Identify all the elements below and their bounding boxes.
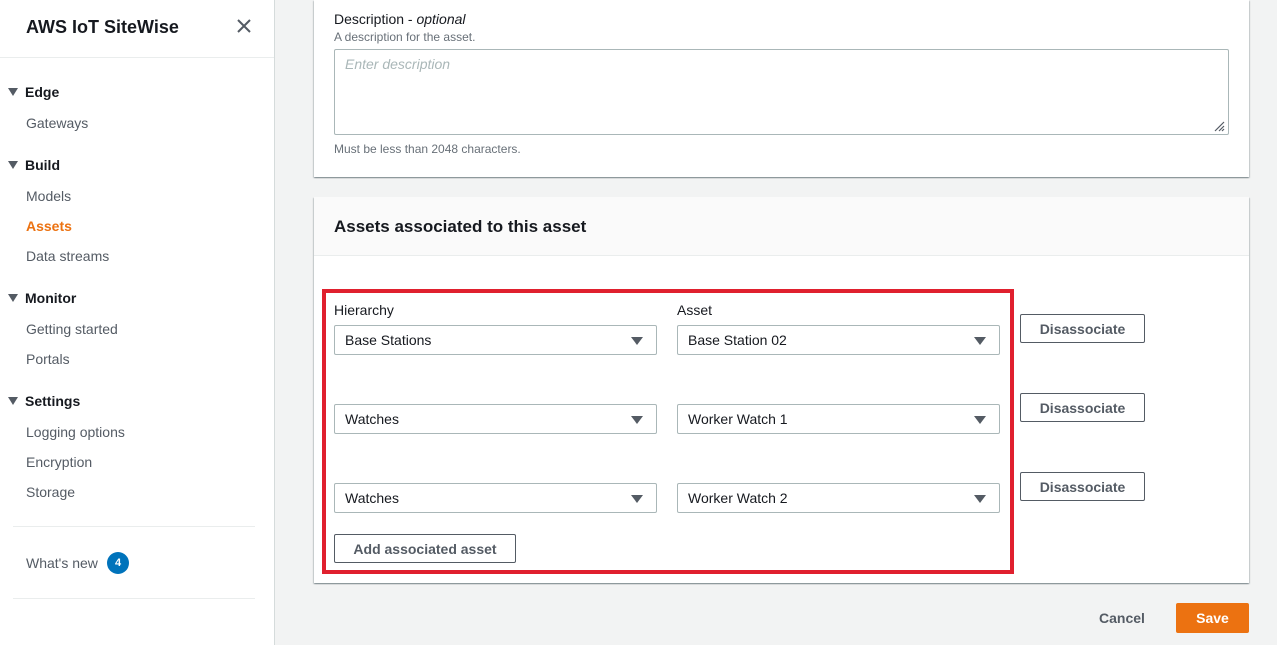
notification-badge: 4 xyxy=(107,552,129,574)
close-icon[interactable] xyxy=(235,17,253,35)
sidebar-divider xyxy=(13,598,255,599)
caret-down-icon xyxy=(974,495,986,503)
save-button[interactable]: Save xyxy=(1176,603,1249,633)
sidebar-title: AWS IoT SiteWise xyxy=(26,17,179,37)
sidebar-divider xyxy=(13,526,255,527)
sidebar-item-encryption[interactable]: Encryption xyxy=(26,454,92,470)
caret-down-icon xyxy=(8,294,18,302)
asset-select[interactable]: Base Station 02 xyxy=(677,325,1000,355)
description-label: Description - optional xyxy=(334,11,466,27)
caret-down-icon xyxy=(974,416,986,424)
sidebar-item-getting-started[interactable]: Getting started xyxy=(26,321,118,337)
sidebar-item-models[interactable]: Models xyxy=(26,188,71,204)
sidebar-item-storage[interactable]: Storage xyxy=(26,484,75,500)
caret-down-icon xyxy=(8,397,18,405)
hierarchy-label: Hierarchy xyxy=(334,302,394,318)
description-hint: A description for the asset. xyxy=(334,30,476,44)
caret-down-icon xyxy=(631,416,643,424)
asset-select[interactable]: Worker Watch 2 xyxy=(677,483,1000,513)
sidebar-item-data-streams[interactable]: Data streams xyxy=(26,248,109,264)
asset-select[interactable]: Worker Watch 1 xyxy=(677,404,1000,434)
add-associated-asset-button[interactable]: Add associated asset xyxy=(334,534,516,563)
card-title: Assets associated to this asset xyxy=(334,217,587,236)
asset-label: Asset xyxy=(677,302,713,318)
disassociate-button[interactable]: Disassociate xyxy=(1020,314,1145,343)
card-header: Assets associated to this asset xyxy=(314,197,1249,256)
sidebar-item-assets[interactable]: Assets xyxy=(26,218,72,234)
description-textarea[interactable] xyxy=(334,49,1229,135)
caret-down-icon xyxy=(631,495,643,503)
sidebar-item-portals[interactable]: Portals xyxy=(26,351,70,367)
disassociate-button[interactable]: Disassociate xyxy=(1020,472,1145,501)
caret-down-icon xyxy=(8,161,18,169)
hierarchy-select[interactable]: Base Stations xyxy=(334,325,657,355)
associated-assets-card: Assets associated to this asset xyxy=(314,197,1249,583)
resize-handle-icon[interactable] xyxy=(1213,120,1225,132)
caret-down-icon xyxy=(631,337,643,345)
optional-label: optional xyxy=(416,11,466,27)
description-constraint: Must be less than 2048 characters. xyxy=(334,142,521,156)
sidebar-item-logging-options[interactable]: Logging options xyxy=(26,424,125,440)
hierarchy-select[interactable]: Watches xyxy=(334,483,657,513)
disassociate-button[interactable]: Disassociate xyxy=(1020,393,1145,422)
caret-down-icon xyxy=(8,88,18,96)
caret-down-icon xyxy=(974,337,986,345)
sidebar-item-gateways[interactable]: Gateways xyxy=(26,115,88,131)
hierarchy-select[interactable]: Watches xyxy=(334,404,657,434)
sidebar-header: AWS IoT SiteWise xyxy=(0,0,274,58)
side-navigation: AWS IoT SiteWise Edge Gateways Build Mod… xyxy=(0,0,275,645)
sidebar-item-whats-new[interactable]: What's new xyxy=(26,555,98,571)
cancel-button[interactable]: Cancel xyxy=(1090,603,1154,633)
